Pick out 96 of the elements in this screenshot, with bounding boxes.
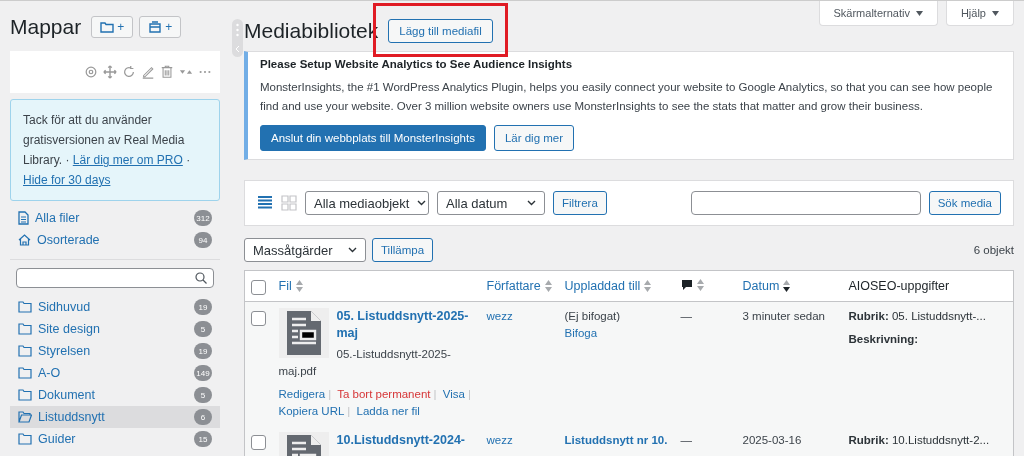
folder-icon	[18, 301, 32, 313]
sidebar-title: Mappar	[10, 15, 82, 39]
caret-icon	[417, 200, 427, 206]
separator: |	[347, 405, 351, 417]
attach-link[interactable]: Bifoga	[564, 327, 598, 339]
count-badge: 5	[194, 387, 212, 403]
bulk-actions-select[interactable]: Massåtgärder	[244, 238, 366, 262]
open-folder-icon	[18, 411, 32, 423]
caret-icon	[992, 10, 999, 16]
count-badge: 149	[194, 365, 212, 381]
folder-icon	[18, 389, 32, 401]
folder-item[interactable]: Listuddsnytt	[38, 410, 188, 424]
document-icon	[286, 311, 321, 355]
count-badge: 312	[194, 210, 212, 226]
column-header[interactable]: Datum	[742, 279, 780, 293]
folder-item[interactable]: Dokument	[38, 388, 188, 402]
count-badge: 5	[194, 321, 212, 337]
sidebar-item[interactable]: Alla filer	[35, 211, 188, 225]
count-badge: 6	[194, 409, 212, 425]
comment-count: —	[680, 310, 692, 322]
attachment-status: (Ej bifogat)	[564, 309, 622, 324]
resize-handle-icon[interactable]	[232, 19, 243, 57]
file-title-link[interactable]: 05. Listuddsnytt-2025-maj	[278, 308, 475, 342]
document-icon	[18, 211, 29, 225]
seo-field: Rubrik: 10.Listuddsnytt-2...	[848, 432, 1007, 449]
refresh-icon	[122, 65, 136, 79]
file-title-link[interactable]: 10.Listuddsnytt-2024-	[278, 432, 475, 449]
folder-icon	[100, 21, 115, 33]
caret-icon	[527, 200, 536, 206]
folder-item[interactable]: Guider	[38, 432, 188, 446]
screen-tab[interactable]: Hjälp	[945, 1, 1014, 26]
notice-link[interactable]: Lär dig mer om PRO	[72, 153, 183, 167]
folder-item[interactable]: Sidhuvud	[38, 300, 188, 314]
row-action-link[interactable]: Kopiera URL	[278, 405, 345, 417]
row-action-link[interactable]: Ta bort permanent	[337, 388, 431, 400]
pro-notice: Tack för att du använder gratisversionen av Real Media Library. · Lär dig mer om PRO · Hide for 30 days	[10, 99, 220, 201]
search-field[interactable]	[690, 191, 921, 215]
move-icon	[103, 65, 117, 79]
date-cell: 2025-03-16	[742, 434, 802, 446]
folder-item[interactable]: Site design	[38, 322, 188, 336]
search-icon	[195, 272, 207, 284]
filter-button[interactable]: Filtrera	[553, 191, 607, 215]
seo-field: Rubrik: 05. Listuddsnytt-...	[848, 308, 1007, 325]
comment-icon[interactable]	[680, 278, 693, 291]
add-folder-button[interactable]: +	[91, 16, 134, 38]
count-badge: 19	[194, 343, 212, 359]
seo-field: Beskrivning:	[848, 331, 1007, 348]
count-badge: 19	[194, 299, 212, 315]
row-action-link[interactable]: Ladda ner fil	[356, 405, 420, 417]
sidebar-item[interactable]: Osorterade	[37, 233, 188, 247]
notice-text: MonsterInsights, the #1 WordPress Analytics Plugin, helps you easily connect your website to Google Analytics, so that you can see how people find and use your website. Over 3 million website owners use MonsterInsights to see the stats that matter and grow their business.	[260, 80, 994, 114]
pencil-icon	[141, 65, 155, 79]
item-count: 6 objekt	[973, 244, 1014, 256]
add-collection-button[interactable]: +	[139, 16, 182, 38]
column-header: AIOSEO-uppgifter	[848, 279, 950, 293]
collection-icon	[148, 21, 163, 33]
file-name: 05.-Listuddsnytt-2025-maj.pdf	[278, 347, 452, 379]
search-button[interactable]: Sök media	[928, 191, 1001, 215]
folder-item[interactable]: Styrelsen	[38, 344, 188, 358]
checkbox[interactable]	[251, 280, 266, 295]
date-cell: 3 minuter sedan	[742, 310, 825, 322]
count-badge: 15	[194, 431, 212, 447]
caret-icon	[348, 247, 357, 253]
connect-button[interactable]: Anslut din webbplats till MonsterInsights	[260, 125, 486, 151]
folder-search-field[interactable]	[16, 268, 214, 288]
folder-item[interactable]: A-O	[38, 366, 188, 380]
notice-title: Please Setup Website Analytics to See Audience Insights	[260, 58, 574, 70]
home-icon	[18, 234, 31, 246]
folder-icon	[18, 367, 32, 379]
parent-post-link[interactable]: Listuddsnytt nr 10.	[564, 434, 668, 446]
screen-tab[interactable]: Skärmalternativ	[818, 1, 938, 26]
media-type-select[interactable]: Alla mediaobjekt	[305, 191, 429, 215]
trash-icon	[160, 65, 174, 79]
row-action-link[interactable]: Redigera	[278, 388, 326, 400]
learn-more-button[interactable]: Lär dig mer	[493, 125, 575, 151]
settings-icon	[84, 65, 98, 79]
row-action-link[interactable]: Visa	[442, 388, 465, 400]
column-header[interactable]: Fil	[278, 279, 292, 293]
separator: |	[433, 388, 437, 400]
checkbox[interactable]	[251, 311, 266, 326]
folder-icon	[18, 345, 32, 357]
add-media-button[interactable]: Lägg till mediafil	[388, 19, 493, 43]
author-link[interactable]: wezz	[486, 434, 513, 446]
folder-icon	[18, 433, 32, 445]
caret-icon	[915, 10, 923, 16]
checkbox[interactable]	[251, 435, 266, 450]
apply-button[interactable]: Tillämpa	[372, 238, 434, 262]
notice-link[interactable]: Hide for 30 days	[23, 173, 111, 187]
separator: |	[467, 388, 471, 400]
date-select[interactable]: Alla datum	[437, 191, 545, 215]
separator: |	[328, 388, 332, 400]
list-view-icon[interactable]	[257, 195, 273, 211]
folder-icon	[18, 323, 32, 335]
author-link[interactable]: wezz	[486, 310, 513, 322]
count-badge: 94	[194, 232, 212, 248]
comment-count: —	[680, 434, 692, 446]
